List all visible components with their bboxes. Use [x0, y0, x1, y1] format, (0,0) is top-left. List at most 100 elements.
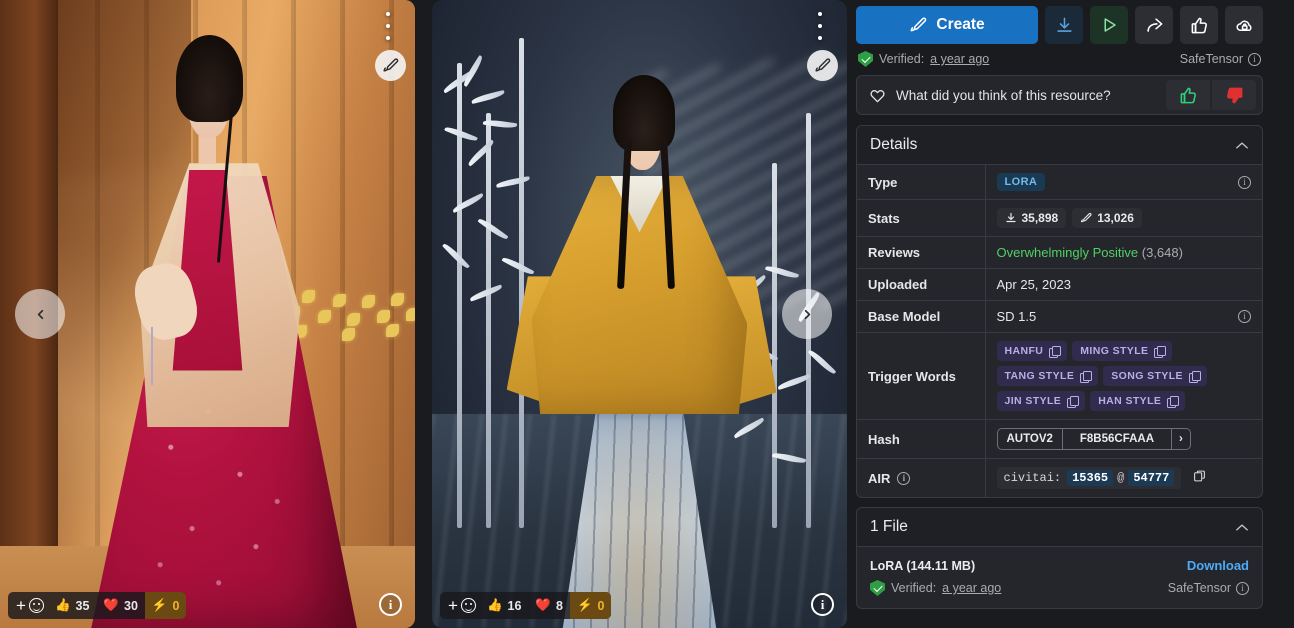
details-card-header[interactable]: Details — [857, 126, 1262, 165]
trigger-chip-label: HAN STYLE — [1098, 395, 1162, 407]
info-icon[interactable]: i — [1236, 581, 1249, 595]
table-row-trigger-words: Trigger Words HANFU MING STYLE TANG STYL… — [857, 332, 1262, 420]
feedback-thumbs-up-button[interactable] — [1166, 80, 1210, 110]
action-bar: Create — [856, 6, 1263, 44]
image-1-info-button[interactable]: i — [379, 593, 402, 616]
table-row-type: Type LORA i — [857, 165, 1262, 200]
thumbs-up-emoji: 👍 — [54, 598, 71, 612]
image-2-remix-button[interactable] — [807, 50, 838, 81]
download-icon — [1056, 17, 1072, 32]
copy-icon[interactable] — [1193, 469, 1206, 484]
copy-icon[interactable] — [1049, 345, 1062, 358]
air-model-id: 15365 — [1067, 470, 1114, 486]
image-2-info-button[interactable]: i — [811, 593, 834, 616]
download-icon — [1005, 212, 1016, 223]
thumbs-up-icon — [1191, 17, 1207, 33]
resource-feedback-bar: What did you think of this resource? — [856, 75, 1263, 115]
file-format-label: SafeTensor — [1167, 581, 1231, 595]
smiley-icon — [28, 598, 44, 613]
gallery-prev-button[interactable] — [15, 289, 65, 339]
table-row-reviews: Reviews Overwhelmingly Positive (3,648) — [857, 236, 1262, 269]
trigger-chip[interactable]: MING STYLE — [1072, 341, 1173, 361]
copy-icon[interactable] — [1080, 370, 1093, 383]
air-separator: @ — [1117, 471, 1125, 485]
hash-value: F8B56CFAAA — [1061, 429, 1172, 449]
image-2-reaction-bar[interactable]: + 👍 16 ❤️ 8 ⚡ 0 — [440, 592, 612, 619]
dots-vertical-icon — [818, 36, 822, 40]
thumbs-down-icon — [1226, 87, 1242, 103]
copy-icon[interactable] — [1154, 345, 1167, 358]
paintbrush-icon — [815, 58, 831, 72]
create-button-label: Create — [936, 16, 985, 33]
trigger-chip[interactable]: HAN STYLE — [1090, 391, 1186, 411]
copy-icon[interactable] — [1188, 370, 1201, 383]
verified-status: Verified: a year ago — [858, 51, 989, 67]
create-button[interactable]: Create — [856, 6, 1038, 44]
reaction-heart[interactable]: ❤️ 8 — [528, 592, 570, 619]
files-card-header[interactable]: 1 File — [857, 508, 1262, 547]
trigger-chip[interactable]: JIN STYLE — [996, 391, 1086, 411]
verified-time[interactable]: a year ago — [930, 52, 989, 66]
gallery-next-button[interactable] — [782, 289, 832, 339]
air-identifier: civitai: 15365 @ 54777 — [996, 467, 1182, 489]
hash-box[interactable]: AUTOV2 F8B56CFAAA › — [996, 428, 1191, 450]
image-1-menu-button[interactable] — [378, 12, 398, 40]
like-button[interactable] — [1180, 6, 1218, 44]
image-1-remix-button[interactable] — [375, 50, 406, 81]
review-sentiment[interactable]: Overwhelmingly Positive — [997, 245, 1139, 260]
lightning-icon: ⚡ — [151, 598, 168, 612]
feedback-thumbs-down-button[interactable] — [1212, 80, 1256, 110]
add-reaction-button[interactable]: + — [445, 592, 480, 619]
downloads-count: 35,898 — [1021, 211, 1059, 225]
energy-count: 0 — [597, 598, 605, 613]
chevron-right-icon[interactable]: › — [1172, 429, 1190, 449]
info-icon: i — [388, 596, 393, 612]
file-name: LoRA (144.11 MB) — [870, 558, 976, 573]
image-2-menu-button[interactable] — [810, 12, 830, 40]
row-label-uploaded: Uploaded — [857, 268, 986, 301]
gallery-image-1[interactable]: + 👍 35 ❤️ 30 ⚡ 0 i — [0, 0, 415, 628]
download-button[interactable] — [1045, 6, 1083, 44]
add-to-vault-button[interactable] — [1225, 6, 1263, 44]
reaction-thumbs-up[interactable]: 👍 16 — [480, 592, 528, 619]
plus-icon: + — [448, 596, 458, 615]
reaction-energy[interactable]: ⚡ 0 — [144, 592, 187, 619]
info-icon[interactable]: i — [1238, 310, 1251, 323]
share-button[interactable] — [1135, 6, 1173, 44]
file-verified-time[interactable]: a year ago — [942, 581, 1001, 595]
copy-icon[interactable] — [1167, 395, 1180, 408]
info-icon[interactable]: i — [1248, 52, 1261, 66]
image-1-reaction-bar[interactable]: + 👍 35 ❤️ 30 ⚡ 0 — [8, 592, 187, 619]
add-reaction-button[interactable]: + — [13, 592, 48, 619]
trigger-chip[interactable]: SONG STYLE — [1103, 366, 1207, 386]
safetensor-label: SafeTensor — [1179, 52, 1243, 66]
gallery-image-2[interactable]: + 👍 16 ❤️ 8 ⚡ 0 i — [432, 0, 847, 628]
file-download-link[interactable]: Download — [1187, 558, 1249, 573]
thumbs-up-emoji: 👍 — [486, 598, 503, 612]
reaction-energy[interactable]: ⚡ 0 — [569, 592, 612, 619]
tassel — [151, 326, 154, 385]
energy-count: 0 — [172, 598, 180, 613]
dots-vertical-icon — [386, 36, 390, 40]
reaction-thumbs-up[interactable]: 👍 35 — [48, 592, 96, 619]
trigger-chip[interactable]: TANG STYLE — [996, 366, 1099, 386]
reaction-heart[interactable]: ❤️ 30 — [96, 592, 144, 619]
details-title: Details — [870, 136, 918, 153]
generations-stat: 13,026 — [1072, 208, 1142, 228]
trigger-chip[interactable]: HANFU — [996, 341, 1068, 361]
info-icon[interactable]: i — [897, 471, 911, 485]
run-model-button[interactable] — [1090, 6, 1128, 44]
row-label-trigger-words: Trigger Words — [857, 332, 986, 420]
chevron-up-icon[interactable] — [1235, 520, 1249, 535]
info-icon[interactable]: i — [1238, 175, 1251, 189]
cloud-lock-icon — [1235, 20, 1252, 31]
row-label-stats: Stats — [857, 199, 986, 237]
chevron-up-icon[interactable] — [1235, 138, 1249, 153]
copy-icon[interactable] — [1067, 395, 1080, 408]
heart-outline-icon — [869, 88, 885, 103]
files-title: 1 File — [870, 518, 908, 535]
dots-vertical-icon — [386, 12, 390, 16]
resource-detail-panel: Create Verified: a year ago SafeTensor i… — [847, 0, 1271, 628]
trigger-chip-label: TANG STYLE — [1004, 370, 1075, 382]
downloads-stat: 35,898 — [996, 208, 1067, 228]
